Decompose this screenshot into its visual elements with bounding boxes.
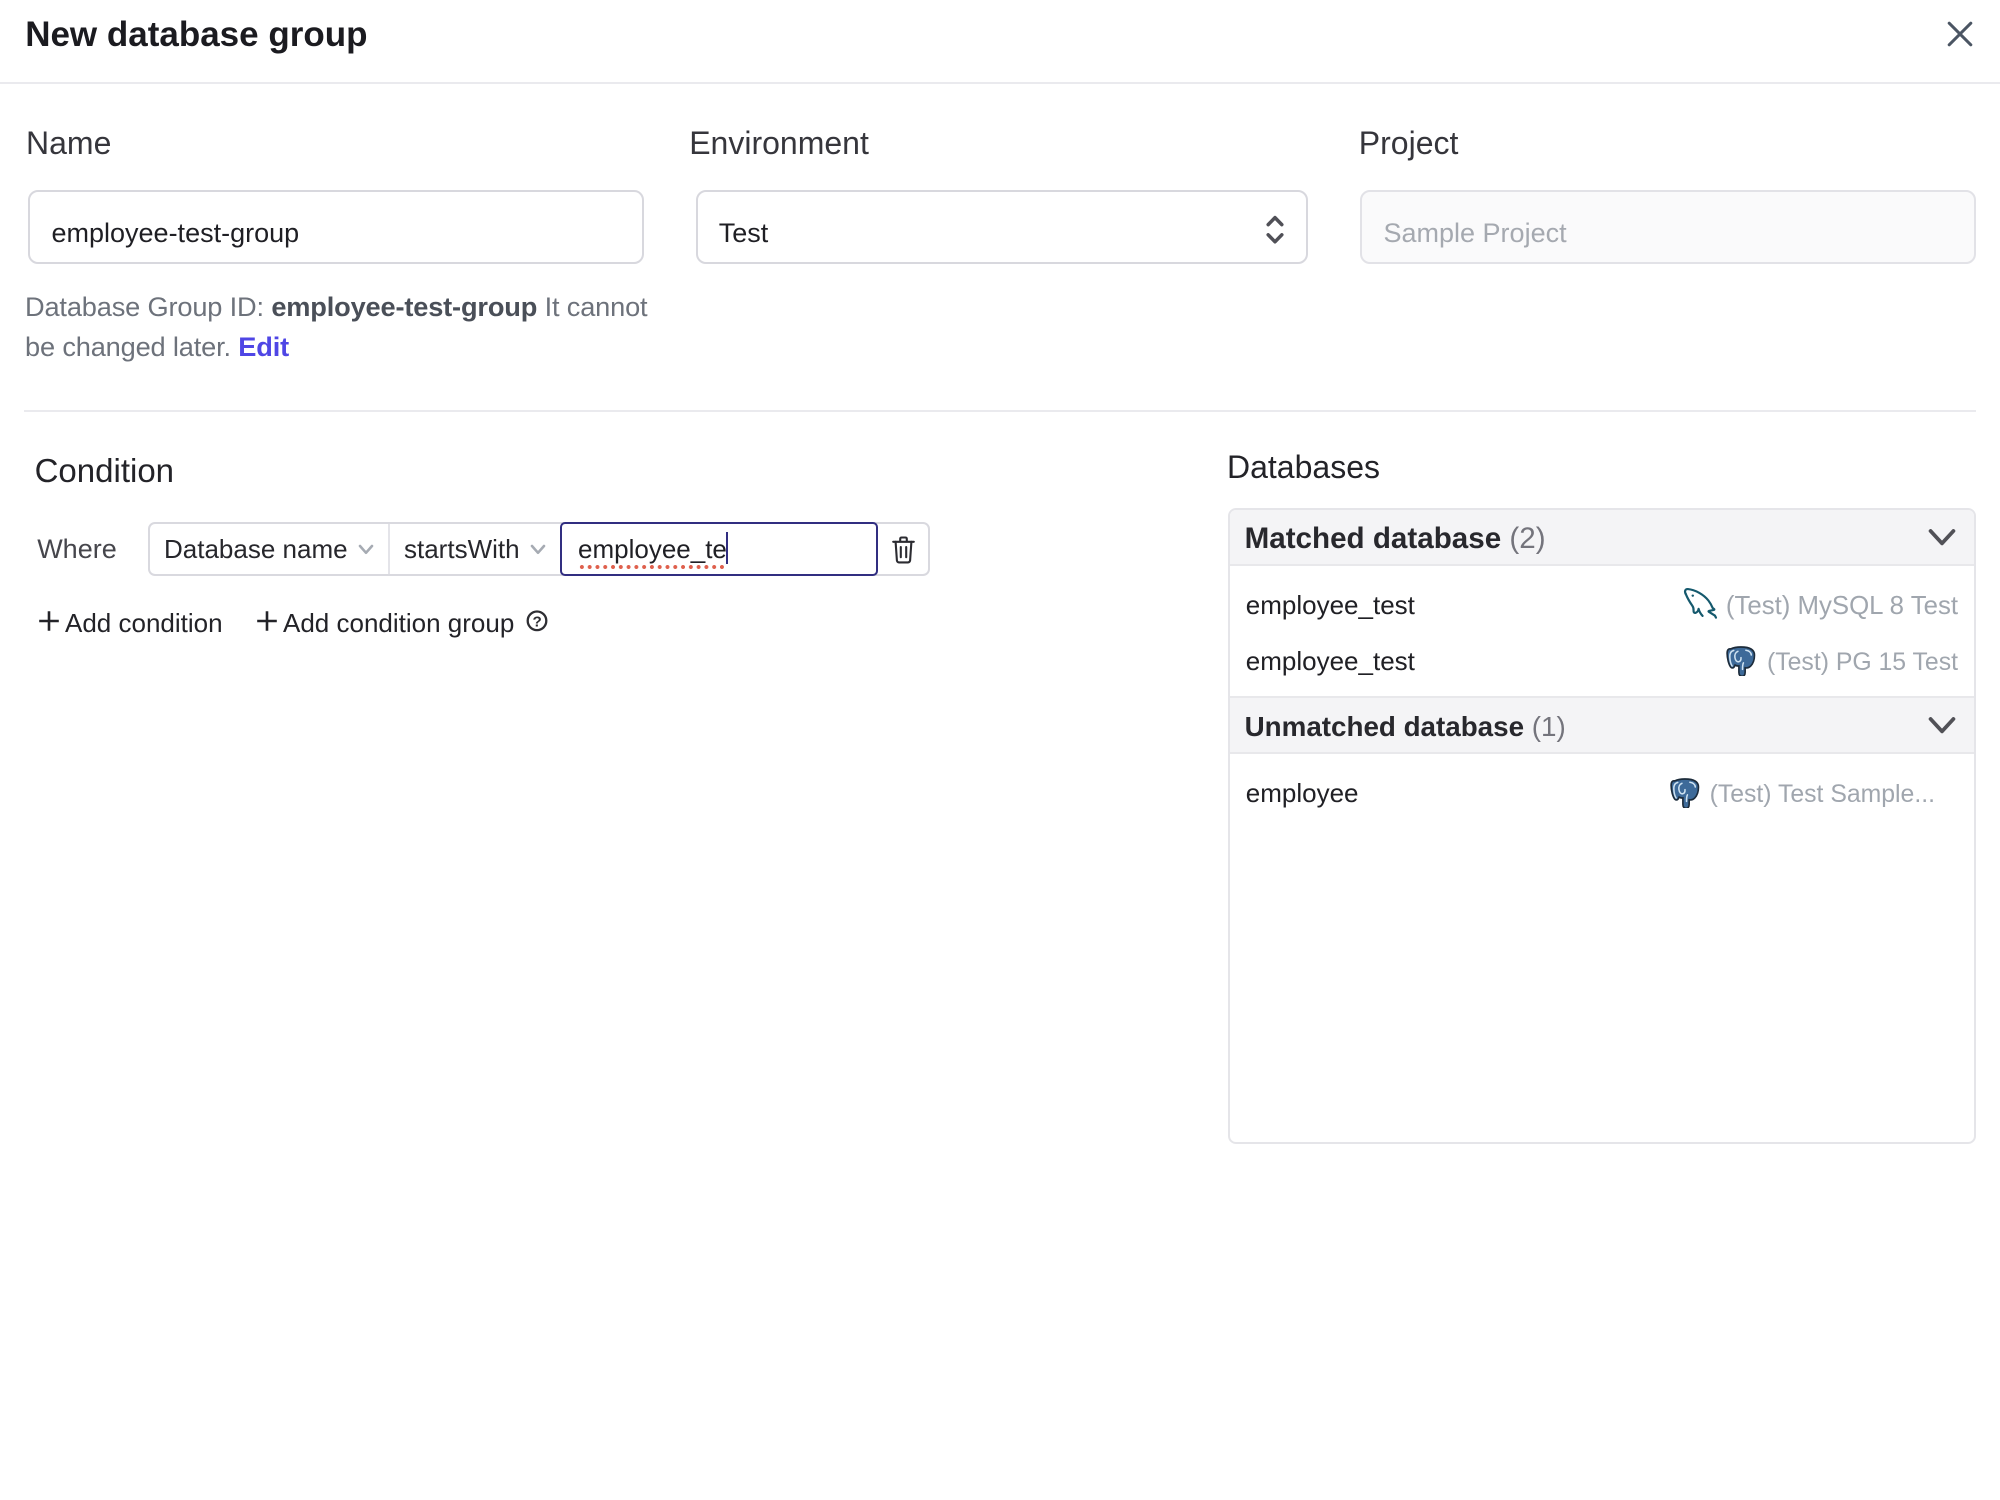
svg-text:?: ? [532,613,541,630]
